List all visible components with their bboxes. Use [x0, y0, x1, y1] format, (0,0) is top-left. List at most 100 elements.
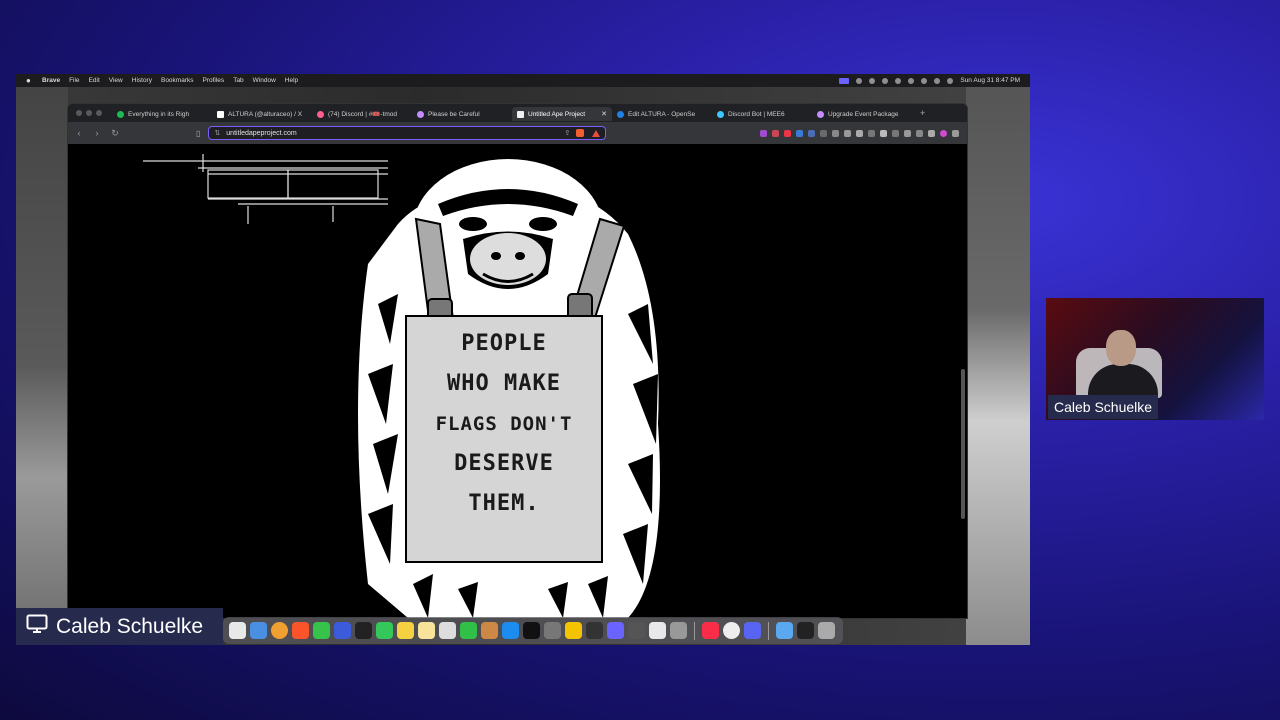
apple-icon[interactable]: ●: [26, 76, 34, 85]
folder-icon[interactable]: [776, 622, 793, 639]
dock-app-icon[interactable]: [439, 622, 456, 639]
url-text[interactable]: untitledapeproject.com: [226, 130, 296, 137]
dock-app-icon[interactable]: [628, 622, 645, 639]
menu-item-view[interactable]: View: [109, 77, 123, 84]
bluetooth-icon[interactable]: [908, 77, 915, 84]
extension-icon[interactable]: [772, 129, 779, 137]
vpn-icon[interactable]: [928, 129, 935, 137]
zoom-window-button[interactable]: [96, 110, 102, 116]
sign-line: DESERVE: [454, 451, 554, 476]
menu-item-edit[interactable]: Edit: [89, 77, 100, 84]
dock-app-icon[interactable]: [797, 622, 814, 639]
tab-label: Everything in its Righ: [128, 110, 190, 118]
extension-icon[interactable]: [856, 129, 863, 137]
tab-1[interactable]: ALTURA (@alturaceo) / X: [212, 107, 312, 121]
menu-item-file[interactable]: File: [69, 77, 79, 84]
minimize-window-button[interactable]: [86, 110, 92, 116]
photos-app-icon[interactable]: [397, 622, 414, 639]
extension-icon[interactable]: [880, 129, 887, 137]
battery-icon[interactable]: [921, 77, 928, 84]
dock-app-icon[interactable]: [355, 622, 372, 639]
menu-app-name[interactable]: Brave: [42, 77, 60, 84]
tab-5[interactable]: Edit ALTURA - OpenSe: [612, 107, 712, 121]
extension-icon[interactable]: [808, 129, 815, 137]
extension-icon[interactable]: [844, 129, 851, 137]
presenter-label: Caleb Schuelke: [16, 608, 223, 645]
tab-7[interactable]: Upgrade Event Package: [812, 107, 912, 121]
share-icon[interactable]: ⇪: [565, 129, 571, 137]
wallet-icon[interactable]: [916, 129, 923, 137]
dock-app-icon[interactable]: [271, 622, 288, 639]
menu-icon[interactable]: [952, 129, 959, 137]
dock-app-icon[interactable]: [670, 622, 687, 639]
sidebar-icon[interactable]: [904, 129, 911, 137]
sign-text: PEOPLE WHO MAKE FLAGS DON'T DESERVE THEM…: [406, 324, 602, 524]
extension-icon[interactable]: [796, 129, 803, 137]
shared-screen: ● Brave File Edit View History Bookmarks…: [16, 74, 1030, 645]
capcut-app-icon[interactable]: [523, 622, 540, 639]
trash-icon[interactable]: [818, 622, 835, 639]
page-scrollbar[interactable]: [961, 369, 965, 519]
tab-0[interactable]: Everything in its Righ: [112, 107, 212, 121]
browser-window: Everything in its Righ ALTURA (@alturace…: [67, 103, 968, 619]
dock-app-icon[interactable]: [334, 622, 351, 639]
brave-app-icon[interactable]: [292, 622, 309, 639]
close-tab-icon[interactable]: ✕: [601, 110, 607, 118]
tab-label: Untitled Ape Project: [528, 110, 586, 118]
extension-icon[interactable]: [892, 129, 899, 137]
dock-app-icon[interactable]: [481, 622, 498, 639]
extension-icon[interactable]: [832, 129, 839, 137]
leo-icon[interactable]: [940, 129, 947, 137]
bookmark-icon[interactable]: ▯: [196, 129, 200, 138]
discord-app-icon[interactable]: [744, 622, 761, 639]
dock-app-icon[interactable]: [229, 622, 246, 639]
back-icon[interactable]: ‹: [72, 128, 86, 138]
tab-6[interactable]: Discord Bot | MEE6: [712, 107, 812, 121]
control-center-icon[interactable]: [947, 77, 954, 84]
search-icon[interactable]: [934, 77, 941, 84]
dock-app-icon[interactable]: [544, 622, 561, 639]
shield-icon[interactable]: [882, 77, 889, 84]
dock-app-icon[interactable]: [565, 622, 582, 639]
screen-share-icon[interactable]: [839, 77, 850, 84]
facetime-app-icon[interactable]: [460, 622, 477, 639]
status-icon[interactable]: [856, 77, 863, 84]
menubar-clock[interactable]: Sun Aug 31 8:47 PM: [960, 77, 1020, 84]
site-info-icon[interactable]: ⇅: [214, 129, 220, 137]
new-tab-button[interactable]: +: [920, 108, 925, 118]
webcam-name-label: Caleb Schuelke: [1048, 395, 1159, 419]
dock-app-icon[interactable]: [376, 622, 393, 639]
extension-icon[interactable]: [868, 129, 875, 137]
extension-icon[interactable]: [784, 129, 791, 137]
appstore-app-icon[interactable]: [502, 622, 519, 639]
site-icon: [817, 110, 824, 118]
dock-app-icon[interactable]: [250, 622, 267, 639]
dock-app-icon[interactable]: [607, 622, 624, 639]
dock-app-icon[interactable]: [313, 622, 330, 639]
menu-item-window[interactable]: Window: [253, 77, 276, 84]
extension-icon[interactable]: [760, 129, 767, 137]
dock-app-icon[interactable]: [723, 622, 740, 639]
menu-item-profiles[interactable]: Profiles: [203, 77, 225, 84]
extension-icon[interactable]: [820, 129, 827, 137]
wifi-icon[interactable]: [869, 77, 876, 84]
forward-icon[interactable]: ›: [90, 128, 104, 138]
close-window-button[interactable]: [76, 110, 82, 116]
tab-2[interactable]: (74) Discord | #🎟️-tmod: [312, 107, 412, 121]
brave-rewards-icon[interactable]: [592, 129, 601, 137]
tab-4-active[interactable]: Untitled Ape Project ✕: [512, 107, 612, 121]
tab-3[interactable]: Please be Careful: [412, 107, 512, 121]
music-app-icon[interactable]: [702, 622, 719, 639]
menu-item-tab[interactable]: Tab: [233, 77, 243, 84]
address-bar[interactable]: ⇅ untitledapeproject.com ⇪: [208, 126, 607, 140]
reload-icon[interactable]: ↻: [108, 128, 122, 139]
menu-item-history[interactable]: History: [132, 77, 152, 84]
menu-item-help[interactable]: Help: [285, 77, 298, 84]
dock-app-icon[interactable]: [586, 622, 603, 639]
browser-toolbar: ‹ › ↻ ▯ ⇅ untitledapeproject.com ⇪: [68, 122, 967, 144]
notes-app-icon[interactable]: [418, 622, 435, 639]
brave-shields-icon[interactable]: [576, 129, 585, 137]
volume-icon[interactable]: [895, 77, 902, 84]
slack-app-icon[interactable]: [649, 622, 666, 639]
menu-item-bookmarks[interactable]: Bookmarks: [161, 77, 194, 84]
